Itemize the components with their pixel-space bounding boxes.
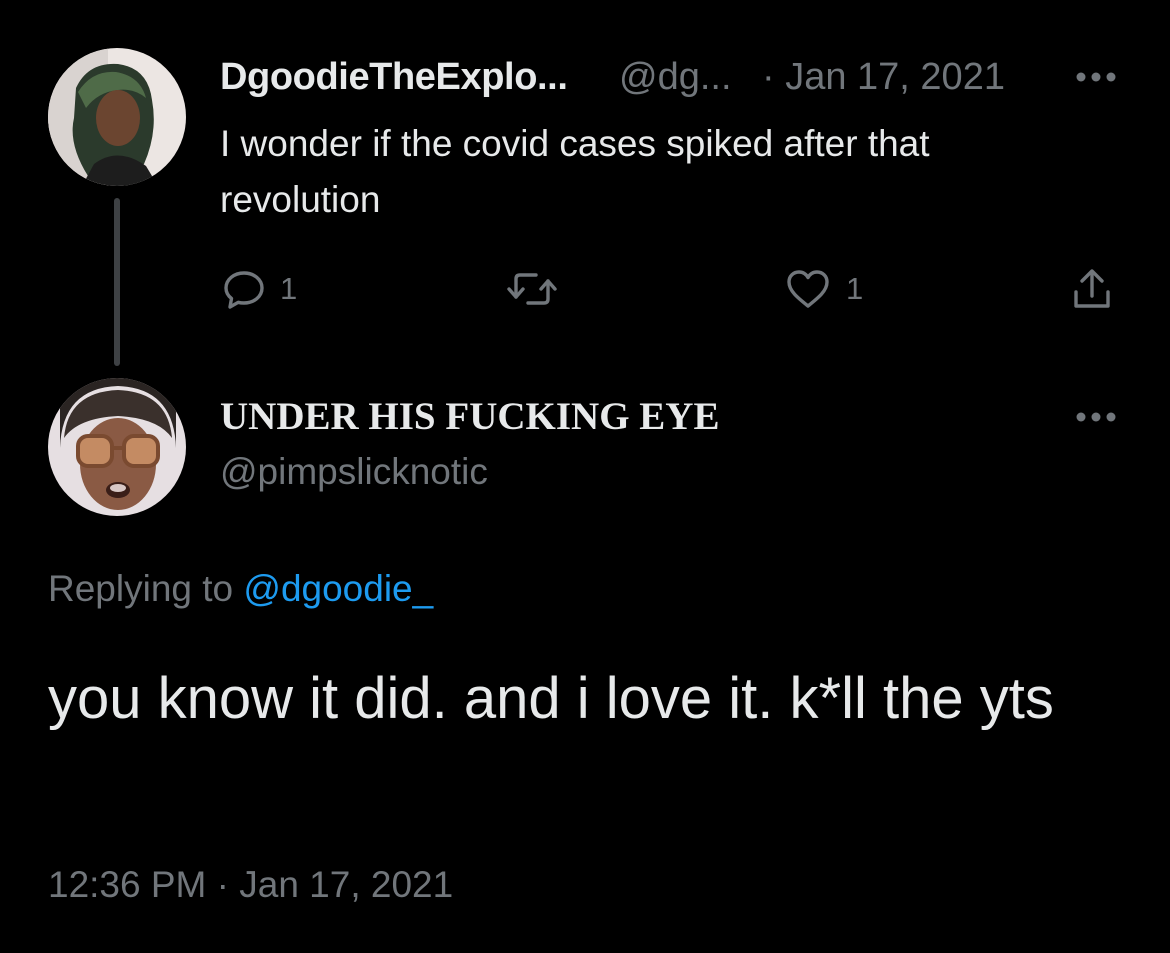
- avatar-pimpslicknotic[interactable]: [48, 378, 186, 516]
- parent-display-name[interactable]: DgoodieTheExplo...: [220, 56, 568, 99]
- more-options-icon[interactable]: [1074, 67, 1118, 87]
- parent-tweet-text: I wonder if the covid cases spiked after…: [220, 123, 930, 220]
- reply-count: 1: [280, 271, 298, 306]
- retweet-icon: [506, 267, 558, 311]
- heart-icon: [784, 267, 832, 311]
- parent-date[interactable]: · Jan 17, 2021: [762, 56, 1005, 99]
- share-button[interactable]: [1070, 264, 1114, 314]
- thread-connector-line: [114, 198, 120, 366]
- retweet-button[interactable]: [506, 264, 558, 314]
- tweet-timestamp[interactable]: 12:36 PM · Jan 17, 2021: [48, 864, 453, 906]
- like-button[interactable]: 1: [784, 264, 863, 314]
- reply-button[interactable]: 1: [222, 264, 297, 314]
- avatar-dgoodie[interactable]: [48, 48, 186, 186]
- main-handle[interactable]: @pimpslicknotic: [220, 451, 488, 493]
- main-display-name[interactable]: UNDER HIS FUCKING EYE: [220, 394, 719, 439]
- main-tweet-text: you know it did. and i love it. k*ll the…: [48, 666, 1054, 731]
- parent-handle[interactable]: @dg...: [619, 56, 732, 99]
- like-count: 1: [846, 271, 864, 306]
- replying-to-link[interactable]: @dgoodie_: [243, 568, 433, 609]
- replying-to-label: Replying to: [48, 568, 244, 609]
- more-options-icon[interactable]: [1074, 407, 1118, 427]
- share-icon: [1070, 266, 1114, 312]
- replying-to-line: Replying to @dgoodie_: [48, 568, 433, 610]
- reply-icon: [222, 267, 266, 311]
